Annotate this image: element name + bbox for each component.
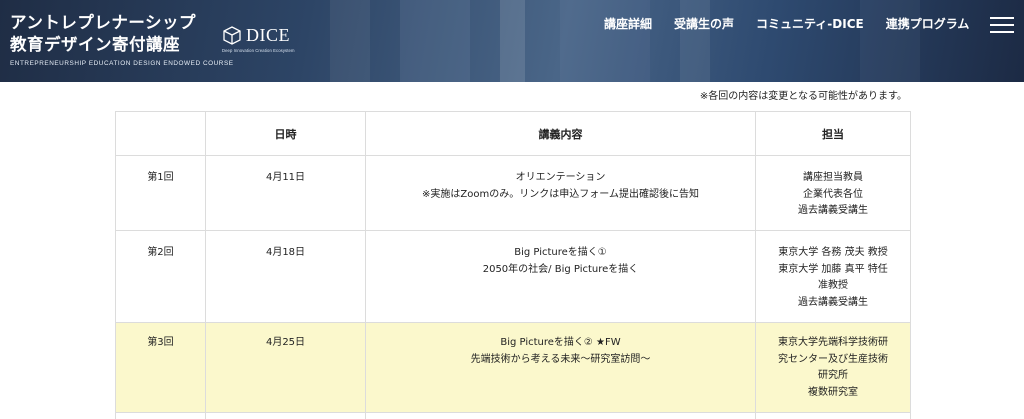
header-cell-date: 日時 xyxy=(205,111,366,156)
menu-line xyxy=(990,17,1014,19)
header-background-decoration xyxy=(500,0,525,82)
nav-item-community-dice[interactable]: コミュニティ-DICE xyxy=(756,15,864,32)
header-background-decoration xyxy=(680,0,710,82)
content-line: 2050年の社会/ Big Pictureを描く xyxy=(482,263,639,275)
content-line: 先端技術から考える未来〜研究室訪問〜 xyxy=(470,353,651,365)
table-cell-empty xyxy=(755,412,911,419)
menu-line xyxy=(990,24,1014,26)
table-cell-empty xyxy=(115,412,206,419)
content-line: オリエンテーション xyxy=(515,172,606,183)
header-background-decoration xyxy=(560,0,650,82)
session-date: 4月25日 xyxy=(205,322,366,413)
session-lecturer: 東京大学 各務 茂夫 教授 東京大学 加藤 真平 特任 准教授 過去講義受講生 xyxy=(755,230,911,323)
session-number: 第2回 xyxy=(115,230,206,323)
table-row: 第2回 4月18日 Big Pictureを描く① 2050年の社会/ Big … xyxy=(115,230,911,323)
site-title-line2: 教育デザイン寄付講座 xyxy=(10,35,180,54)
table-cell-empty xyxy=(365,412,756,419)
dice-logo[interactable]: DICE Deep Innovation Creation Ecosystem xyxy=(222,25,306,58)
content-line: ※実施はZoomのみ。リンクは申込フォーム提出確認後に告知 xyxy=(422,188,699,200)
header-cell-lecturer: 担当 xyxy=(755,111,911,156)
site-title-line1: アントレプレナーシップ xyxy=(10,13,197,32)
site-title-link[interactable]: アントレプレナーシップ 教育デザイン寄付講座 xyxy=(10,12,196,56)
table-row: 第1回 4月11日 オリエンテーション ※実施はZoomのみ。リンクは申込フォー… xyxy=(115,155,911,231)
schedule-table: 日時 講義内容 担当 第1回 4月11日 オリエンテーション ※実施はZoomの… xyxy=(115,111,911,419)
lecturer-line: 東京大学先端科学技術研 xyxy=(778,337,888,348)
session-content: オリエンテーション ※実施はZoomのみ。リンクは申込フォーム提出確認後に告知 xyxy=(365,155,756,231)
table-row-highlighted: 第3回 4月25日 Big Pictureを描く② ★FW 先端技術から考える未… xyxy=(115,322,911,413)
nav-item-student-voices[interactable]: 受講生の声 xyxy=(674,15,734,32)
session-date: 4月18日 xyxy=(205,230,366,323)
lecturer-line: 企業代表各位 xyxy=(803,188,863,200)
header-cell-number xyxy=(115,111,206,156)
site-subtitle: ENTREPRENEURSHIP EDUCATION DESIGN ENDOWE… xyxy=(10,60,234,67)
lecturer-line: 東京大学 加藤 真平 特任 xyxy=(778,263,888,275)
content-line: Big Pictureを描く① xyxy=(514,247,607,258)
menu-line xyxy=(990,31,1014,33)
lecturer-line: 東京大学 各務 茂夫 教授 xyxy=(778,247,888,258)
nav-item-course-details[interactable]: 講座詳細 xyxy=(604,15,652,32)
header-background-decoration xyxy=(330,0,370,82)
logo-text: DICE xyxy=(246,25,290,45)
lecturer-line: 究センター及び生産技術 xyxy=(778,353,888,365)
session-date: 4月11日 xyxy=(205,155,366,231)
session-number: 第1回 xyxy=(115,155,206,231)
lecturer-line: 講座担当教員 xyxy=(803,172,863,183)
cube-icon xyxy=(223,26,241,45)
header-background-decoration xyxy=(860,0,920,82)
session-content: Big Pictureを描く① 2050年の社会/ Big Pictureを描く xyxy=(365,230,756,323)
logo-tagline: Deep Innovation Creation Ecosystem xyxy=(222,48,295,53)
table-header-row: 日時 講義内容 担当 xyxy=(115,111,911,156)
header-background-decoration xyxy=(400,0,470,82)
session-lecturer: 講座担当教員 企業代表各位 過去講義受講生 xyxy=(755,155,911,231)
hamburger-menu-icon[interactable] xyxy=(990,17,1014,33)
content-line: Big Pictureを描く② ★FW xyxy=(500,337,621,348)
lecturer-line: 複数研究室 xyxy=(808,386,858,398)
lecturer-line: 研究所 xyxy=(818,370,848,381)
schedule-notice: ※各回の内容は変更となる可能性があります。 xyxy=(699,91,907,102)
header-cell-content: 講義内容 xyxy=(365,111,756,156)
session-content: Big Pictureを描く② ★FW 先端技術から考える未来〜研究室訪問〜 xyxy=(365,322,756,413)
lecturer-line: 過去講義受講生 xyxy=(798,296,868,308)
lecturer-line: 過去講義受講生 xyxy=(798,205,868,216)
main-nav: 講座詳細 受講生の声 コミュニティ-DICE 連携プログラム xyxy=(604,15,969,32)
table-row xyxy=(115,412,911,419)
session-lecturer: 東京大学先端科学技術研 究センター及び生産技術 研究所 複数研究室 xyxy=(755,322,911,413)
session-number: 第3回 xyxy=(115,322,206,413)
lecturer-line: 准教授 xyxy=(818,280,848,291)
nav-item-partner-programs[interactable]: 連携プログラム xyxy=(886,15,970,32)
table-cell-empty xyxy=(205,412,366,419)
site-header: アントレプレナーシップ 教育デザイン寄付講座 ENTREPRENEURSHIP … xyxy=(0,0,1024,82)
